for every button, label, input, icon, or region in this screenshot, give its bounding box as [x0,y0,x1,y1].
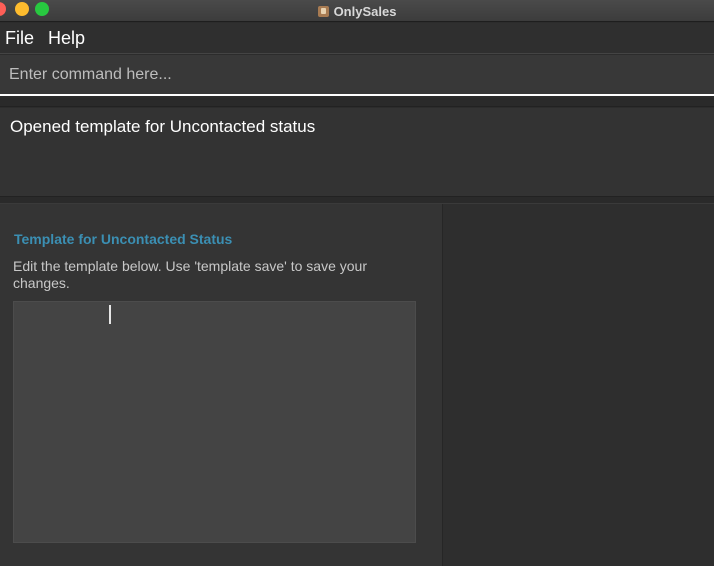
command-box [0,55,714,96]
result-display: Opened template for Uncontacted status [0,108,714,197]
template-heading: Template for Uncontacted Status [14,231,233,247]
side-panel [443,204,714,566]
menu-file[interactable]: File [0,28,39,49]
menu-help[interactable]: Help [43,28,90,49]
text-caret [109,305,111,324]
window-title: OnlySales [333,3,397,19]
divider [0,197,714,204]
result-message: Opened template for Uncontacted status [10,117,316,136]
template-instructions: Edit the template below. Use 'template s… [13,258,367,291]
window-title-group: OnlySales [0,0,714,22]
template-editor[interactable] [13,301,416,543]
app-icon [317,5,329,17]
divider [0,98,714,107]
menu-bar: File Help [0,23,714,54]
command-input[interactable] [0,55,714,94]
title-bar: OnlySales [0,0,714,22]
template-panel: Template for Uncontacted Status Edit the… [0,204,443,566]
